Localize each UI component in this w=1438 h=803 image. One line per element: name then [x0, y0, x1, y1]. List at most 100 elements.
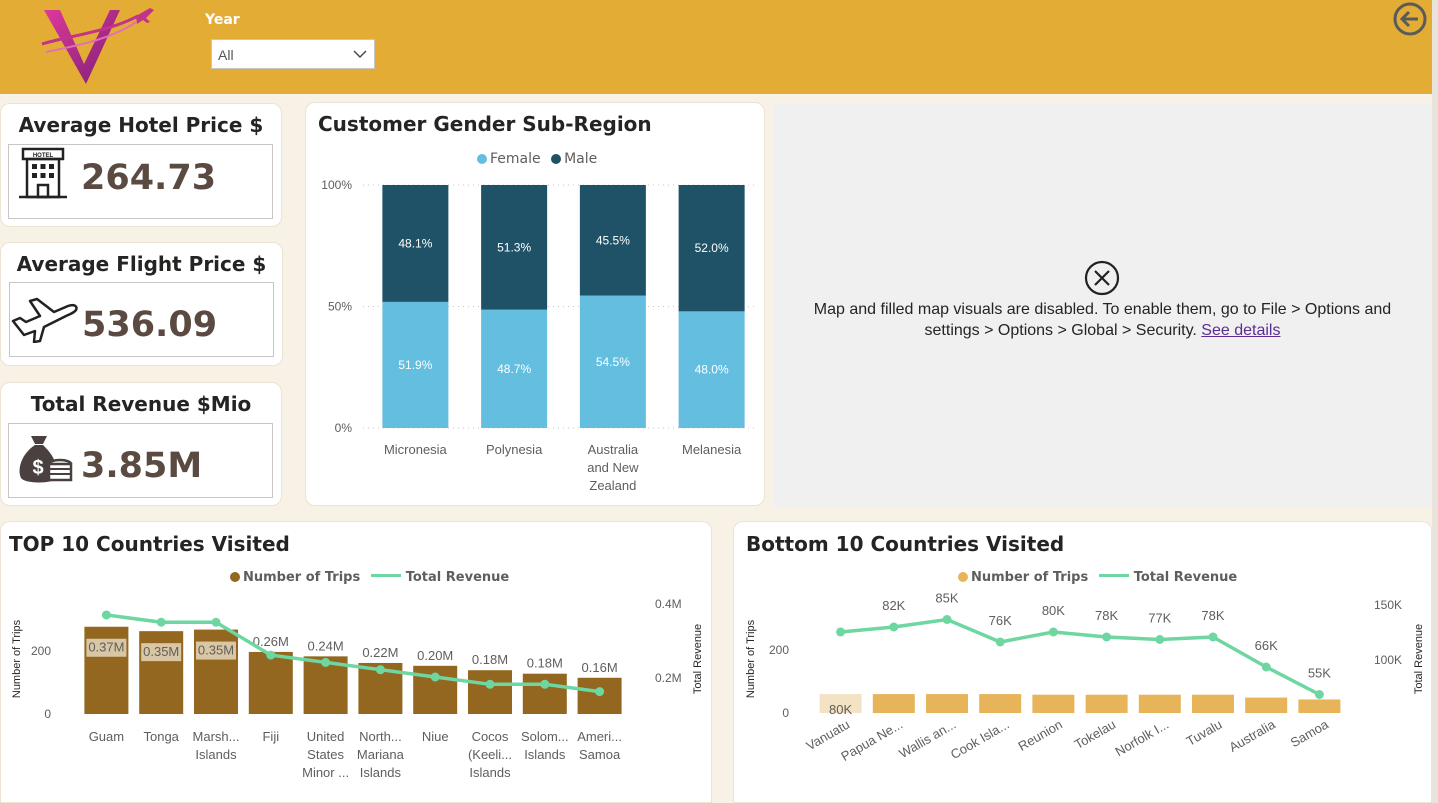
map-message-line1: Map and filled map visuals are disabled.…: [813, 301, 1392, 318]
kpi-title-hotel: Average Hotel Price $: [18, 113, 264, 137]
chevron-down-icon: [353, 50, 367, 58]
kpi-title-flight: Average Flight Price $: [16, 252, 267, 276]
revenue-point: [266, 650, 276, 660]
revenue-point: [995, 637, 1005, 647]
data-label-revenue: 0.22M: [362, 645, 398, 660]
x-tick-label: Polynesia: [486, 442, 543, 457]
bottom10-chart-plot[interactable]: 200 0 150K 100K Number of Trips Total Revenue…: [734, 522, 1433, 803]
bottom10-chart-card: Bottom 10 Countries Visited Number of Tr…: [733, 521, 1432, 803]
bar-trips: [1032, 694, 1075, 713]
revenue-point: [1261, 662, 1271, 672]
y-tick-label: 0%: [335, 421, 353, 435]
data-label-female: 51.9%: [398, 358, 432, 372]
data-label-revenue: 66K: [1255, 638, 1278, 653]
bar-trips: [1245, 697, 1288, 713]
data-label-revenue: 0.16M: [582, 660, 618, 675]
bar-trips: [1192, 694, 1234, 713]
svg-text:$: $: [32, 457, 43, 479]
x-tick-label: Norfolk I...: [1112, 717, 1171, 760]
v-airplane-logo-icon: [41, 8, 154, 84]
year-dropdown[interactable]: All: [211, 39, 375, 69]
top10-chart-card: TOP 10 Countries Visited Number of Trips…: [0, 521, 712, 803]
x-tick-label: Australia and New Zealand: [587, 442, 639, 493]
year-filter-label: Year: [205, 12, 240, 28]
data-label-revenue: 78K: [1095, 608, 1118, 623]
see-details-link[interactable]: See details: [1201, 322, 1280, 339]
revenue-point: [321, 657, 331, 667]
y2-tick-label: 0.2M: [655, 671, 682, 685]
y-tick-label: 100%: [321, 178, 352, 192]
data-label-female: 48.0%: [695, 363, 729, 377]
map-message-line2-wrap: settings > Options > Global > Security. …: [773, 320, 1432, 341]
data-label-revenue: 0.18M: [527, 656, 563, 671]
map-message-line2: settings > Options > Global > Security.: [924, 322, 1197, 339]
gender-chart-card: Customer Gender Sub-Region Female Male 1…: [305, 102, 765, 506]
revenue-point: [1155, 635, 1165, 644]
data-label-revenue: 0.24M: [308, 638, 344, 653]
bar-trips: [522, 673, 567, 714]
x-tick-label: Niue: [422, 729, 449, 744]
data-label-revenue: 0.37M: [88, 640, 124, 655]
revenue-point: [375, 665, 385, 675]
data-label-revenue: 78K: [1201, 608, 1224, 623]
bar-trips: [248, 651, 293, 714]
bar-trips: [468, 670, 512, 714]
revenue-point: [942, 615, 952, 624]
y2-tick-label: 0.4M: [655, 597, 682, 611]
kpi-value-hotel: 264.73: [81, 158, 217, 198]
top10-chart-plot[interactable]: 200 0 0.4M 0.2M Number of Trips Total Revenue…: [1, 522, 713, 803]
gender-chart-plot[interactable]: 100% 50% 0% 51.9% 48.1% Micronesia 48.7% 51.3% P…: [306, 103, 766, 507]
revenue-point: [836, 627, 846, 637]
y-tick-label: 50%: [328, 300, 352, 314]
data-label-revenue: 55K: [1308, 666, 1331, 681]
data-label-revenue: 77K: [1148, 611, 1171, 626]
hotel-icon: HOTEL: [19, 147, 67, 199]
data-label-revenue: 0.20M: [417, 648, 453, 663]
back-arrow-icon[interactable]: [1391, 0, 1429, 38]
y-tick-label: 200: [769, 643, 789, 657]
x-tick-label: United States Minor ...: [302, 729, 349, 780]
x-tick-label: Samoa: [1288, 716, 1332, 750]
revenue-point: [1314, 690, 1324, 699]
data-label-revenue: 0.35M: [143, 644, 179, 659]
x-tick-label: Tokelau: [1072, 717, 1118, 752]
kpi-card-hotel: Average Hotel Price $ HOTEL 264.73: [0, 103, 282, 227]
revenue-point: [540, 679, 550, 689]
bar-trips: [979, 694, 1022, 713]
airplane-icon: [11, 297, 78, 343]
data-label-male: 48.1%: [398, 236, 432, 250]
data-label-revenue: 82K: [882, 598, 905, 613]
revenue-line: [840, 617, 1321, 697]
kpi-value-revenue: 3.85M: [81, 446, 203, 486]
y2-axis-title: Total Revenue: [1413, 624, 1425, 694]
revenue-point: [1102, 632, 1112, 642]
y-tick-label: 200: [31, 644, 51, 658]
x-tick-label: Australia: [1226, 716, 1278, 755]
x-tick-label: Melanesia: [682, 442, 742, 457]
x-tick-label: Tuvalu: [1184, 717, 1225, 749]
bar-trips: [1085, 694, 1128, 713]
y-tick-label: 0: [44, 707, 51, 721]
money-bag-icon: $: [19, 436, 73, 483]
x-tick-label: Solom... Islands: [521, 729, 569, 762]
kpi-box-revenue: $ 3.85M: [8, 423, 273, 498]
bar-trips: [1298, 699, 1341, 713]
y2-axis-title: Total Revenue: [692, 624, 704, 694]
x-tick-label: Guam: [89, 729, 124, 744]
revenue-point: [595, 687, 605, 697]
data-label-revenue: 0.35M: [198, 643, 234, 658]
data-label-revenue: 80K: [1042, 603, 1065, 618]
revenue-point: [1208, 632, 1218, 642]
data-label-male: 52.0%: [695, 241, 729, 255]
data-label-revenue: 76K: [989, 613, 1012, 628]
data-label-revenue: 85K: [935, 591, 958, 606]
data-label-revenue: 0.18M: [472, 652, 508, 667]
kpi-card-revenue: Total Revenue $Mio $ 3.85M: [0, 382, 282, 506]
x-tick-label: Ameri... Samoa: [577, 729, 622, 762]
kpi-card-flight: Average Flight Price $ 536.09: [0, 242, 283, 366]
x-tick-label: Marsh... Islands: [193, 729, 240, 762]
kpi-box-flight: 536.09: [9, 282, 274, 357]
x-tick-label: Tonga: [143, 729, 179, 744]
revenue-point: [156, 617, 166, 627]
map-visual-disabled: Map and filled map visuals are disabled.…: [773, 103, 1432, 507]
